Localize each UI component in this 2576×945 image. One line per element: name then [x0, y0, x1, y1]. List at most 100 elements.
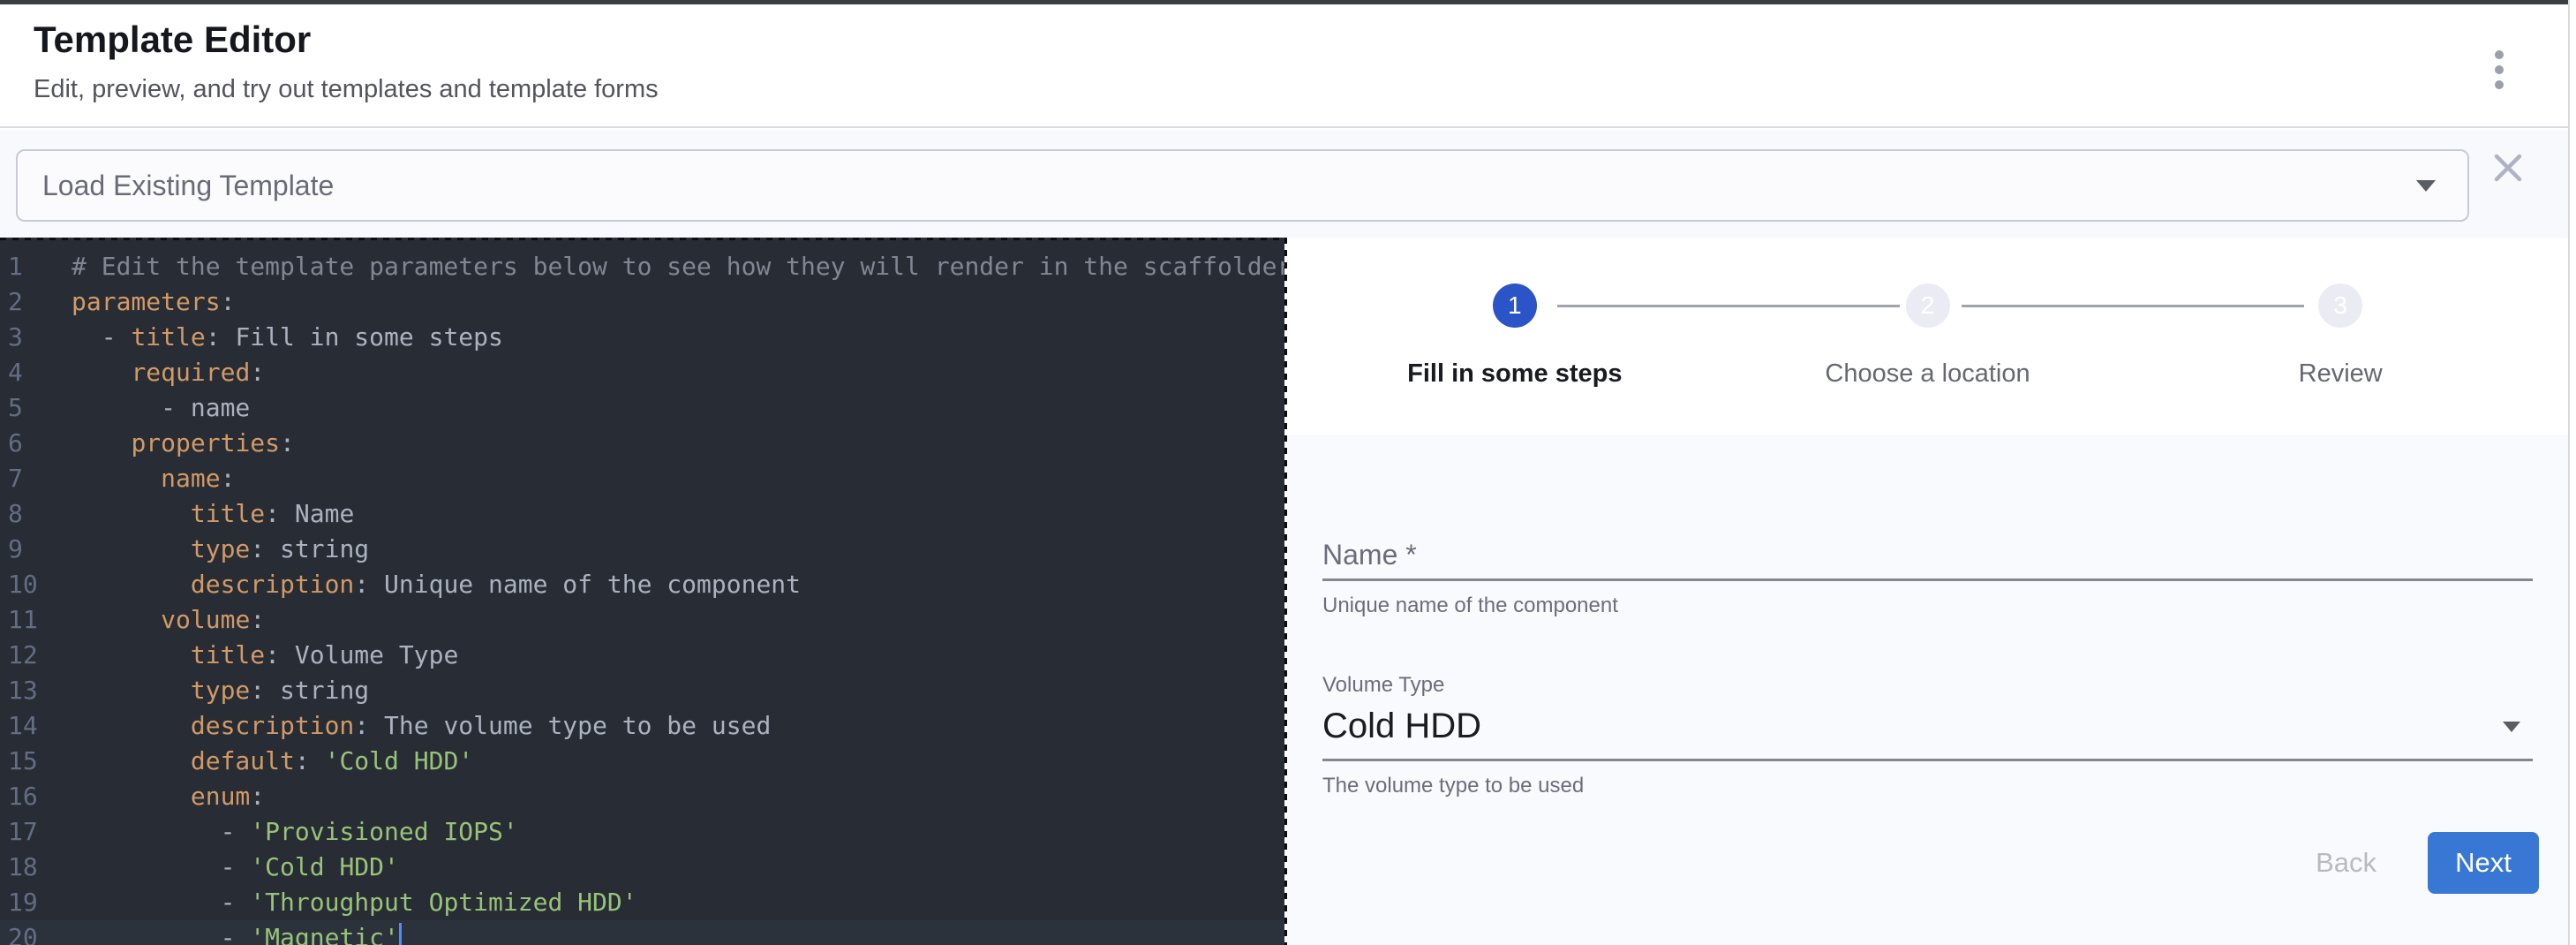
code-line[interactable]: 18 - 'Cold HDD': [0, 850, 1284, 885]
code-line[interactable]: 7 name:: [0, 461, 1284, 496]
line-number: 2: [0, 284, 64, 320]
line-number: 15: [0, 744, 64, 779]
line-number: 12: [0, 638, 64, 673]
template-editor-page: Template Editor Edit, preview, and try o…: [0, 0, 2576, 945]
line-number: 18: [0, 850, 64, 885]
app-header: Template Editor Edit, preview, and try o…: [0, 4, 2568, 128]
code-text: default: 'Cold HDD': [64, 744, 473, 779]
code-line[interactable]: 17 - 'Provisioned IOPS': [0, 814, 1284, 850]
code-text: - 'Throughput Optimized HDD': [64, 885, 637, 920]
line-number: 20: [0, 920, 64, 945]
line-number: 17: [0, 814, 64, 850]
volume-field-label: Volume Type: [1322, 673, 2533, 698]
volume-field-helper: The volume type to be used: [1322, 774, 2533, 798]
volume-select-underline: [1322, 759, 2533, 761]
code-text: title: Name: [64, 496, 354, 532]
step-choose-a-location: 2 Choose a location: [1721, 284, 2135, 435]
code-line[interactable]: 2parameters:: [0, 284, 1284, 320]
kebab-dot: [2495, 50, 2504, 59]
line-number: 8: [0, 496, 64, 532]
code-line[interactable]: 6 properties:: [0, 426, 1284, 461]
step-label: Fill in some steps: [1407, 359, 1622, 389]
line-number: 14: [0, 708, 64, 744]
code-line[interactable]: 5 - name: [0, 390, 1284, 426]
code-line[interactable]: 13 type: string: [0, 673, 1284, 708]
name-field-label: Name *: [1322, 539, 2533, 571]
code-text: required:: [64, 355, 265, 390]
line-number: 6: [0, 426, 64, 461]
code-line[interactable]: 15 default: 'Cold HDD': [0, 744, 1284, 779]
text-cursor: [399, 923, 402, 945]
close-icon[interactable]: [2487, 147, 2529, 189]
code-text: - 'Provisioned IOPS': [64, 814, 518, 850]
line-number: 16: [0, 779, 64, 814]
line-number: 1: [0, 249, 64, 284]
code-text: type: string: [64, 532, 369, 567]
name-field-helper: Unique name of the component: [1322, 593, 2533, 618]
preview-panel: 1 Fill in some steps 2 Choose a location…: [1287, 238, 2568, 945]
code-line[interactable]: 19 - 'Throughput Optimized HDD': [0, 885, 1284, 920]
code-line[interactable]: 10 description: Unique name of the compo…: [0, 567, 1284, 602]
code-line[interactable]: 16 enum:: [0, 779, 1284, 814]
code-text: description: The volume type to be used: [64, 708, 771, 744]
wizard-form: Name * Unique name of the component Volu…: [1287, 435, 2568, 945]
line-number: 19: [0, 885, 64, 920]
code-text: parameters:: [64, 284, 235, 320]
name-input[interactable]: [1322, 578, 2533, 581]
kebab-dot: [2495, 80, 2504, 89]
volume-field-group: Volume Type Cold HDD The volume type to …: [1322, 673, 2533, 798]
kebab-dot: [2495, 65, 2504, 74]
code-line[interactable]: 9 type: string: [0, 532, 1284, 567]
next-button[interactable]: Next: [2428, 832, 2539, 894]
page-scrollbar[interactable]: [2568, 0, 2576, 945]
line-number: 5: [0, 390, 64, 426]
code-line[interactable]: 1# Edit the template parameters below to…: [0, 249, 1284, 284]
load-template-placeholder: Load Existing Template: [42, 170, 2416, 202]
code-text: properties:: [64, 426, 295, 461]
step-review: 3 Review: [2134, 284, 2547, 435]
step-circle-3: 3: [2318, 284, 2362, 328]
code-line[interactable]: 12 title: Volume Type: [0, 638, 1284, 673]
name-field-group: Name * Unique name of the component: [1322, 539, 2533, 618]
code-editor-lines: 1# Edit the template parameters below to…: [0, 249, 1284, 945]
code-line[interactable]: 14 description: The volume type to be us…: [0, 708, 1284, 744]
load-template-select[interactable]: Load Existing Template: [16, 149, 2469, 222]
step-fill-in-some-steps: 1 Fill in some steps: [1308, 284, 1721, 435]
wizard-buttons: Back Next: [2316, 832, 2539, 894]
line-number: 4: [0, 355, 64, 390]
page-subtitle: Edit, preview, and try out templates and…: [34, 75, 2568, 104]
page-title: Template Editor: [34, 19, 2568, 61]
code-line[interactable]: 20 - 'Magnetic': [0, 920, 1284, 945]
code-editor[interactable]: 1# Edit the template parameters below to…: [0, 238, 1284, 945]
back-button[interactable]: Back: [2316, 847, 2376, 879]
stepper: 1 Fill in some steps 2 Choose a location…: [1287, 238, 2568, 435]
editor-dashed-border: [0, 238, 1284, 240]
code-text: - title: Fill in some steps: [64, 320, 503, 355]
code-line[interactable]: 11 volume:: [0, 602, 1284, 638]
step-circle-2: 2: [1906, 284, 1950, 328]
code-text: name:: [64, 461, 235, 496]
code-text: description: Unique name of the componen…: [64, 567, 801, 602]
code-line[interactable]: 3 - title: Fill in some steps: [0, 320, 1284, 355]
step-label: Review: [2299, 359, 2383, 389]
line-number: 11: [0, 602, 64, 638]
line-number: 10: [0, 567, 64, 602]
code-text: type: string: [64, 673, 369, 708]
line-number: 9: [0, 532, 64, 567]
code-text: - 'Cold HDD': [64, 850, 399, 885]
volume-type-value: Cold HDD: [1322, 707, 2503, 746]
caret-down-icon: [2416, 180, 2436, 192]
line-number: 7: [0, 461, 64, 496]
step-label: Choose a location: [1825, 359, 2030, 389]
step-circle-1: 1: [1493, 284, 1537, 328]
code-text: volume:: [64, 602, 265, 638]
code-text: enum:: [64, 779, 265, 814]
kebab-menu-button[interactable]: [2480, 50, 2519, 89]
code-line[interactable]: 4 required:: [0, 355, 1284, 390]
code-text: - 'Magnetic': [64, 920, 402, 945]
line-number: 3: [0, 320, 64, 355]
caret-down-icon: [2503, 722, 2520, 732]
code-text: title: Volume Type: [64, 638, 458, 673]
code-line[interactable]: 8 title: Name: [0, 496, 1284, 532]
volume-type-select[interactable]: Cold HDD: [1322, 707, 2533, 746]
